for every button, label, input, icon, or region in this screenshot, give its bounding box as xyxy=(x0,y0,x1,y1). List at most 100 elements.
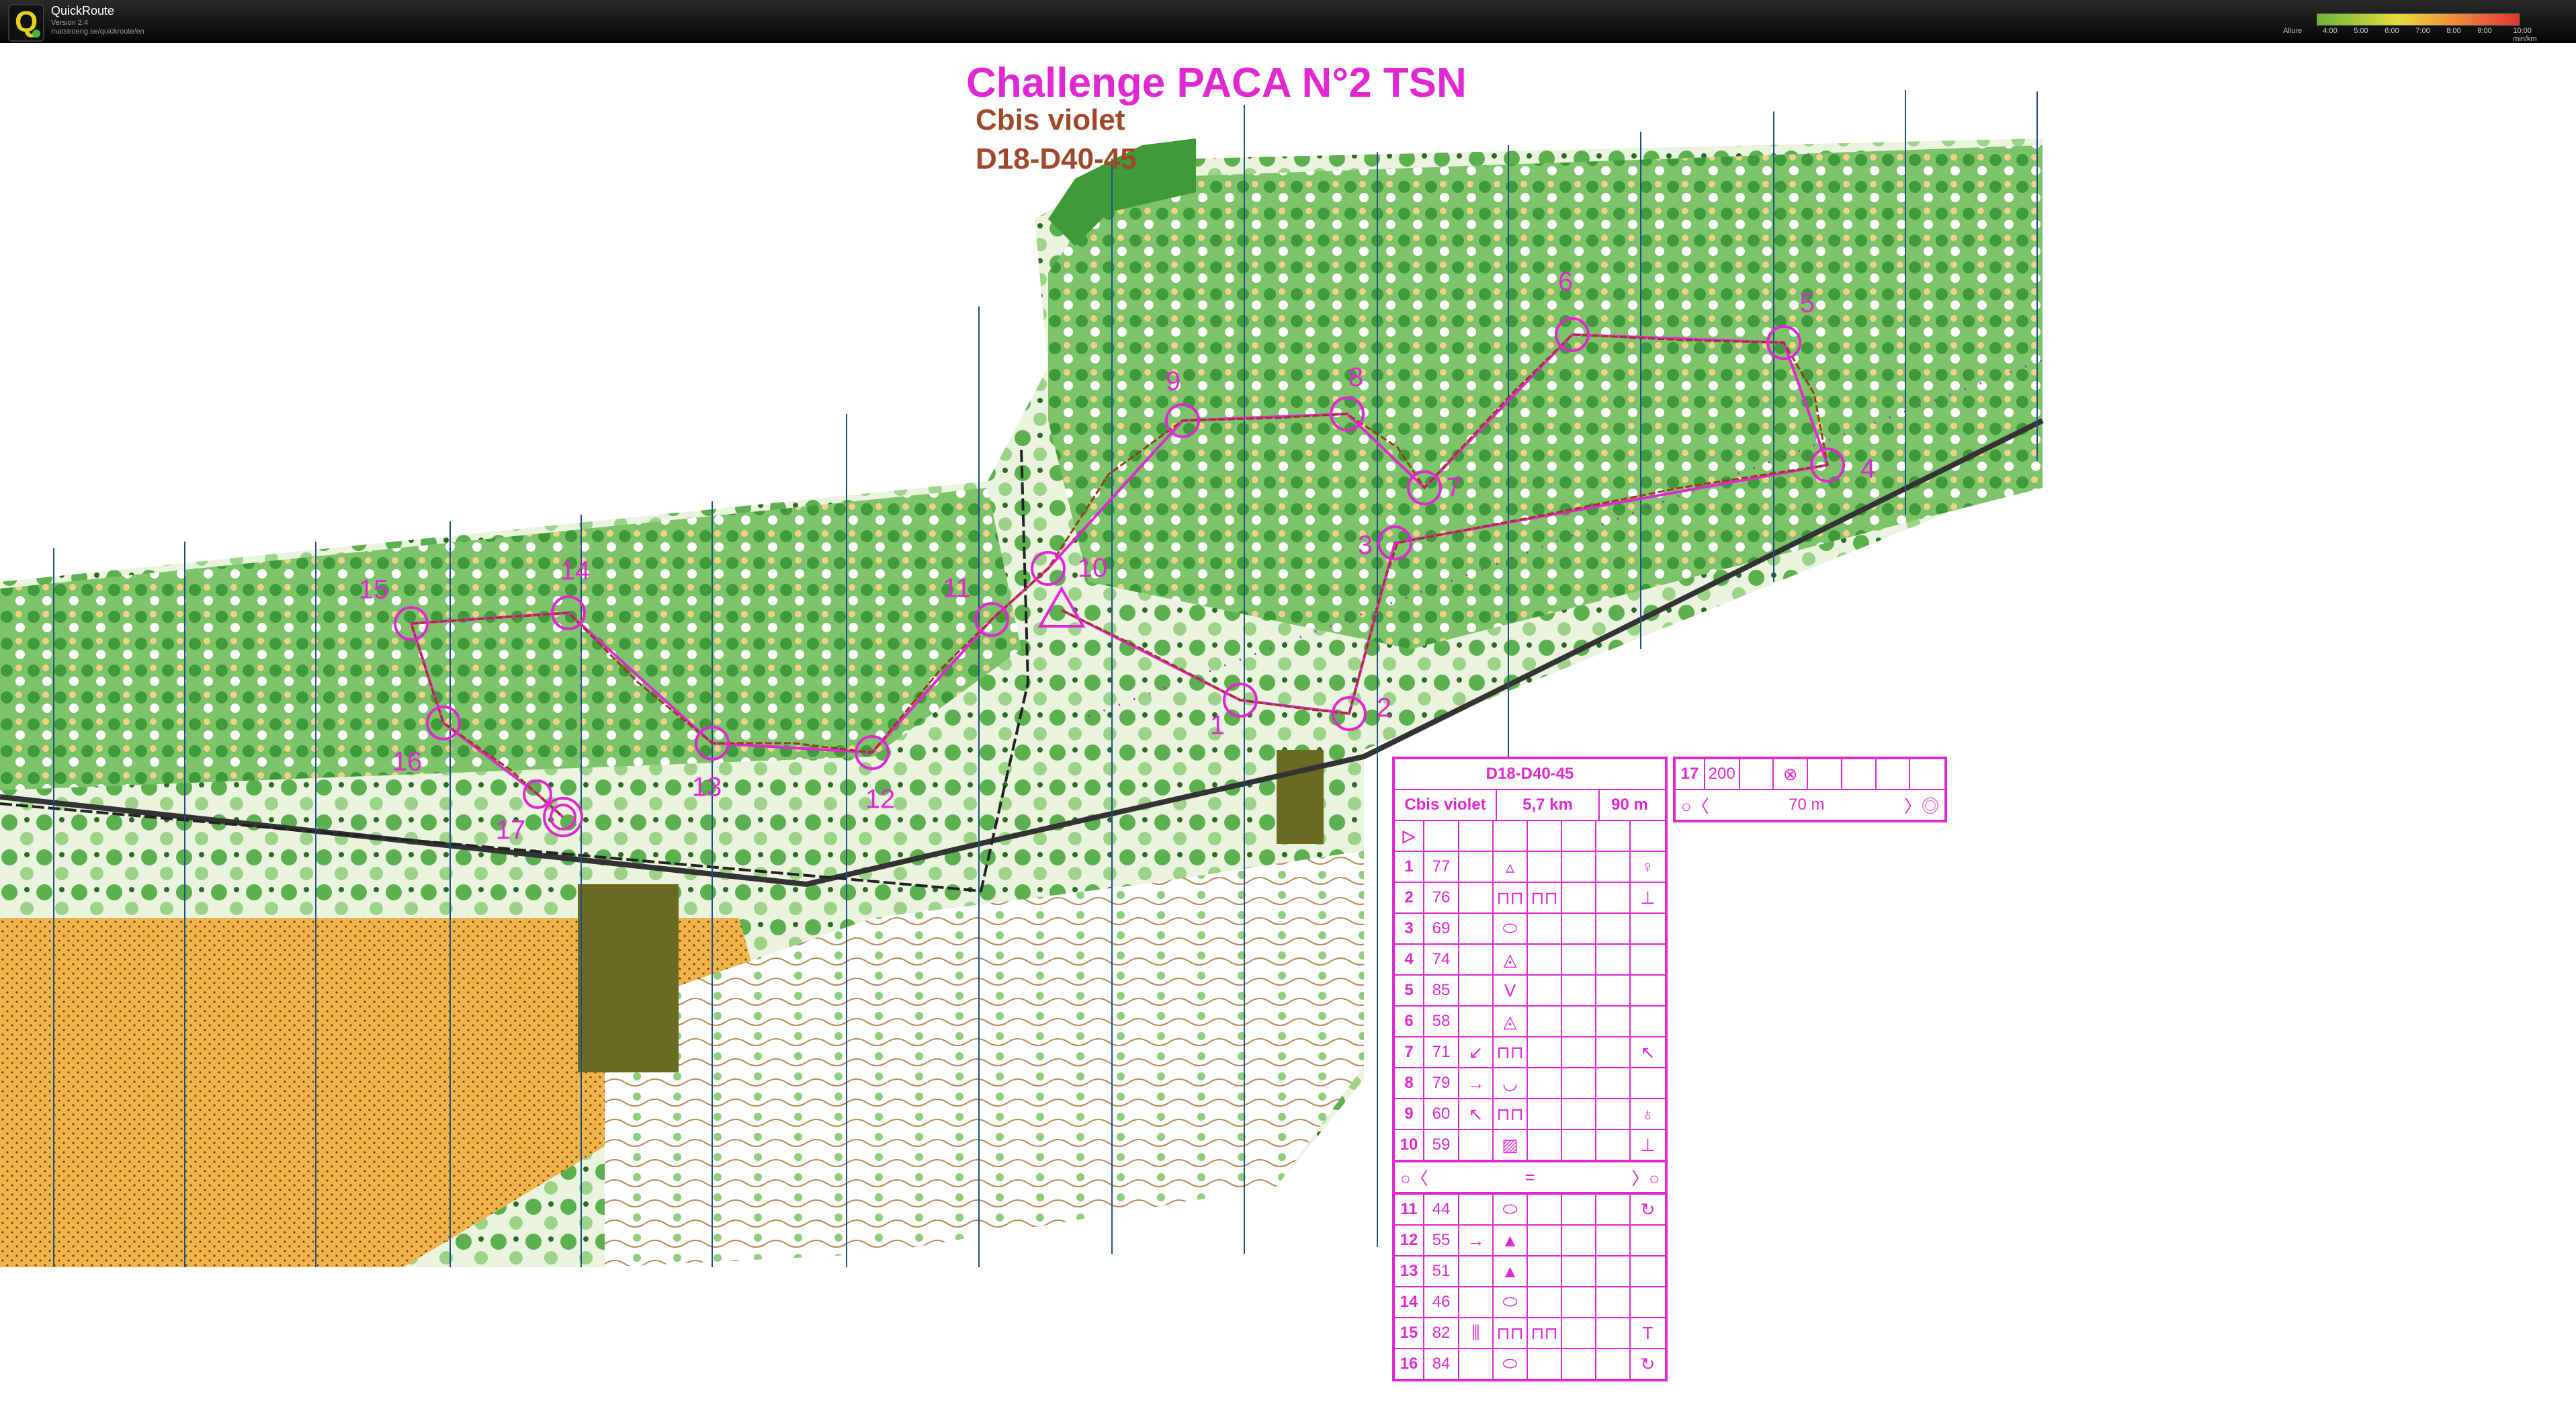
control-label: 7 xyxy=(1446,472,1462,503)
desc-col-d xyxy=(1459,1130,1494,1160)
control-label: 12 xyxy=(865,784,896,814)
pace-legend-label: Allure xyxy=(2283,27,2303,35)
desc-category: D18-D40-45 xyxy=(1486,765,1574,783)
desc-col-g xyxy=(1562,1349,1596,1379)
app-version: Version 2.4 xyxy=(51,19,89,27)
desc-col-g xyxy=(1562,1195,1596,1224)
desc-col-h xyxy=(1596,1287,1631,1317)
desc-col-i xyxy=(1631,1226,1665,1255)
desc-col-e: ⊓⊓ xyxy=(1494,1318,1528,1348)
control-code: 55 xyxy=(1424,1226,1459,1255)
finish-icon: 〉◎ xyxy=(1903,796,1939,816)
control-code: 44 xyxy=(1424,1195,1459,1224)
desc-col-f xyxy=(1528,914,1562,943)
desc-col-d xyxy=(1459,1007,1494,1036)
desc-col-e: ◬ xyxy=(1494,1007,1528,1036)
desc-col-e: ▵ xyxy=(1494,852,1528,882)
desc-col-i xyxy=(1631,1287,1665,1317)
desc-col-f: ⊓⊓ xyxy=(1528,1318,1562,1348)
olive-field-small xyxy=(1277,750,1324,844)
desc-col-f xyxy=(1528,1287,1562,1317)
desc-col-h xyxy=(1596,852,1631,882)
desc-control-row: 8 79 → ◡ xyxy=(1395,1068,1665,1099)
control-label: 14 xyxy=(560,556,591,586)
desc-col-h xyxy=(1596,1068,1631,1098)
control-label: 5 xyxy=(1799,288,1815,318)
desc-col-e: ◬ xyxy=(1494,945,1528,974)
control-code: 74 xyxy=(1424,945,1459,974)
desc-col-g xyxy=(1562,1068,1596,1098)
desc-col-i: ♀ xyxy=(1641,856,1655,877)
desc-col-i xyxy=(1631,914,1665,943)
desc-col-i: ↻ xyxy=(1640,1353,1656,1374)
finish-description-box: 17 200 ⊗ ○〈 70 m 〉◎ xyxy=(1673,757,1947,822)
desc-col-f xyxy=(1528,976,1562,1005)
control-code: 59 xyxy=(1424,1130,1459,1160)
desc-col-d xyxy=(1459,1256,1494,1286)
desc-col-h xyxy=(1596,1195,1631,1224)
control-label: 11 xyxy=(943,573,971,603)
desc-control-row: 13 51 ▲ xyxy=(1395,1256,1665,1287)
desc-col-g xyxy=(1562,1130,1596,1160)
desc-col-d: ↙ xyxy=(1459,1037,1494,1067)
control-code: 46 xyxy=(1424,1287,1459,1317)
desc-col-g xyxy=(1562,1037,1596,1067)
desc-control-row: 12 55 → ▲ xyxy=(1395,1226,1665,1256)
desc-header-row: D18-D40-45 xyxy=(1395,759,1665,790)
desc-col-d xyxy=(1459,976,1494,1005)
desc-control-row: 16 84 ⬭ ↻ xyxy=(1395,1349,1665,1379)
control-number: 15 xyxy=(1395,1318,1424,1348)
control-label: 17 xyxy=(495,815,526,845)
desc-col-d xyxy=(1459,945,1494,974)
desc-col-f xyxy=(1528,1037,1562,1067)
control-number: 1 xyxy=(1395,852,1424,882)
control-number: 7 xyxy=(1395,1037,1424,1067)
desc-col-e: V xyxy=(1494,976,1528,1005)
control-number: 14 xyxy=(1395,1287,1424,1317)
desc-col-f xyxy=(1528,945,1562,974)
desc-control-row: 7 71 ↙ ⊓⊓ ↖ xyxy=(1395,1037,1665,1068)
desc-col-i xyxy=(1631,976,1665,1005)
control-code: 77 xyxy=(1424,852,1459,882)
desc-col-f xyxy=(1528,1256,1562,1286)
map-course-name: Cbis violet xyxy=(976,103,1125,136)
control-label: 4 xyxy=(1860,454,1876,484)
desc-col-d xyxy=(1459,883,1494,912)
crossed-circle-icon: ⊗ xyxy=(1774,759,1809,789)
desc-col-e: ▲ xyxy=(1494,1256,1528,1286)
control-description-sheet: D18-D40-45 Cbis violet 5,7 km 90 m ▷ 1 7… xyxy=(1392,757,1668,1381)
desc-control-row: 2 76 ⊓⊓ ⊓⊓ ⊥ xyxy=(1395,883,1665,914)
control-label: 8 xyxy=(1348,362,1364,392)
desc-control-row: 4 74 ◬ xyxy=(1395,945,1665,976)
control-code: 84 xyxy=(1424,1349,1459,1379)
map-canvas[interactable]: Challenge PACA N°2 TSN Cbis violet D18-D… xyxy=(0,44,2576,1407)
desc-col-d xyxy=(1459,914,1494,943)
desc-control-row: 3 69 ⬭ xyxy=(1395,914,1665,945)
desc-col-i xyxy=(1631,1068,1665,1098)
desc-col-h xyxy=(1596,1226,1631,1255)
desc-course-row: Cbis violet 5,7 km 90 m xyxy=(1395,790,1665,821)
control-label: 6 xyxy=(1557,267,1574,297)
marked-route-symbol: = xyxy=(1525,1166,1535,1187)
desc-col-h xyxy=(1596,1349,1631,1379)
desc-col-e: ⊓⊓ xyxy=(1494,883,1528,912)
desc-col-h xyxy=(1596,1256,1631,1286)
pace-tick: 8:00 xyxy=(2446,27,2461,35)
pace-legend-gradient xyxy=(2317,13,2520,26)
control-number: 9 xyxy=(1395,1099,1424,1129)
desc-course-length: 5,7 km xyxy=(1497,790,1600,820)
control-number: 11 xyxy=(1395,1195,1424,1224)
app-url: matstroeng.se/quickroute/en xyxy=(51,28,144,36)
control-label: 3 xyxy=(1357,530,1373,560)
pace-tick: 7:00 xyxy=(2415,27,2430,35)
desc-col-h xyxy=(1596,1099,1631,1129)
desc-col-i: ♁ xyxy=(1641,1103,1655,1124)
desc-control-row: 5 85 V xyxy=(1395,976,1665,1007)
route-start-icon: ○〈 xyxy=(1400,1168,1428,1189)
control-code: 60 xyxy=(1424,1099,1459,1129)
desc-col-f: ⊓⊓ xyxy=(1528,883,1562,912)
desc-col-g xyxy=(1562,1287,1596,1317)
pace-tick: 9:00 xyxy=(2477,27,2492,35)
start-triangle-icon: ▷ xyxy=(1395,821,1424,851)
map-category: D18-D40-45 xyxy=(976,142,1137,175)
